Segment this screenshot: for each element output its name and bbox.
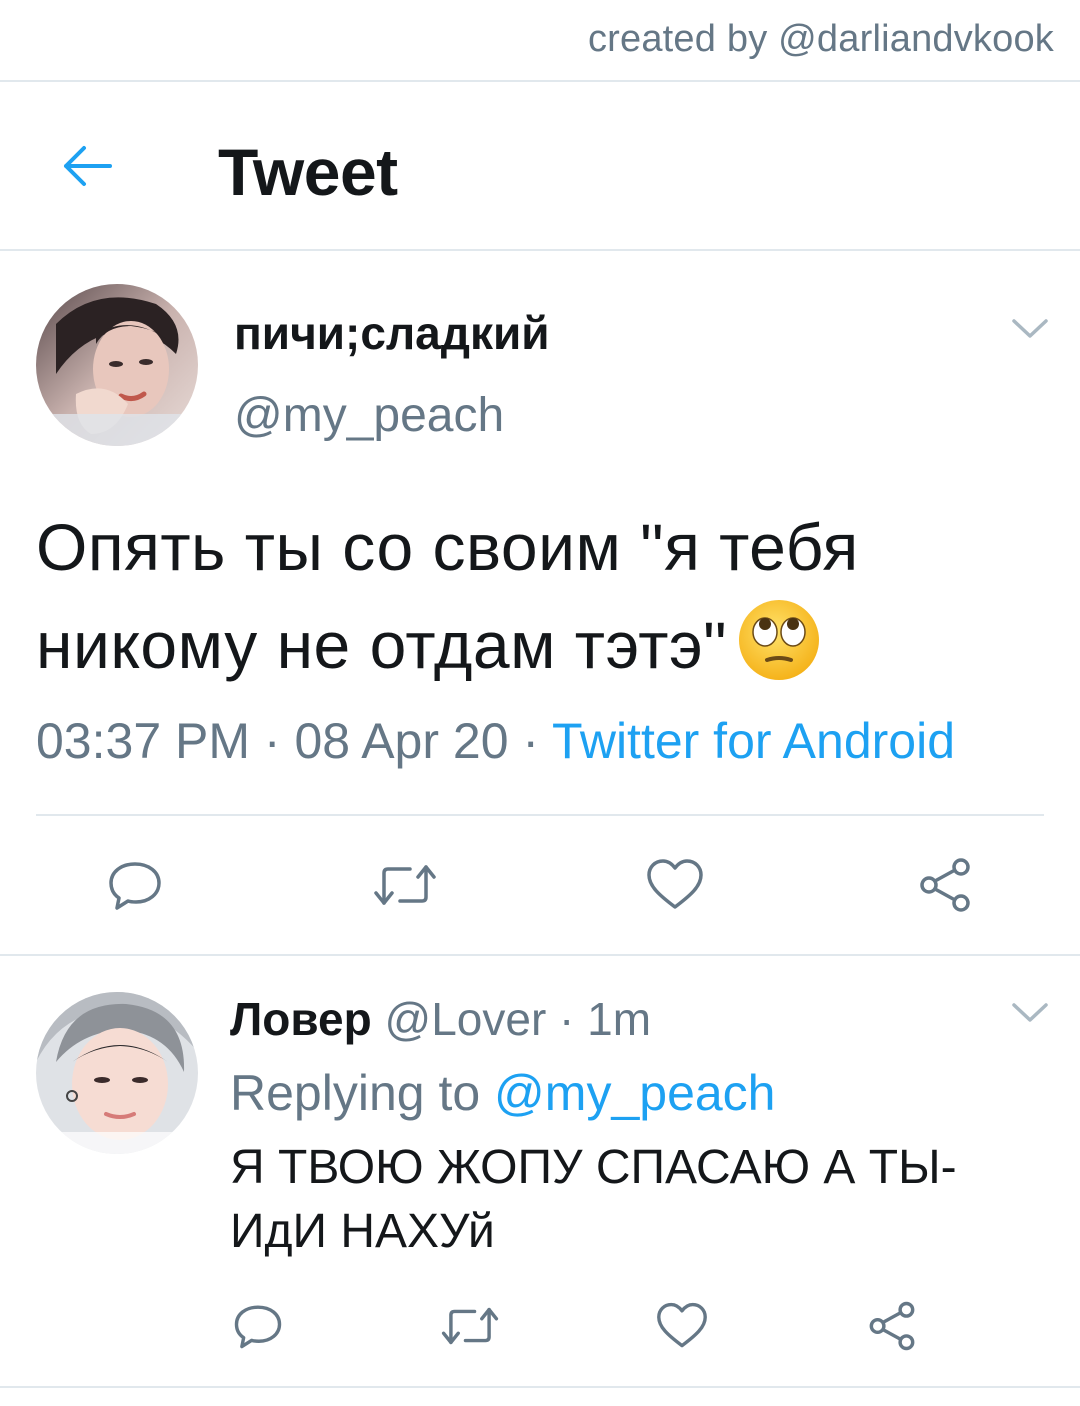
share-button[interactable] [910,850,980,920]
reply-author-handle[interactable]: @Lover [385,993,547,1045]
separator: · [508,713,553,769]
tweet-meta: 03:37 PM · 08 Apr 20 · Twitter for Andro… [36,712,955,770]
share-icon [920,858,970,912]
divider [0,80,1080,82]
reply-header: Ловер @Lover · 1m [230,992,651,1046]
chevron-down-icon[interactable] [1010,316,1050,342]
tweet-body: Опять ты со своим "я тебя никому не отда… [36,510,859,682]
tweet-date: 08 Apr 20 [294,713,509,769]
divider [0,1386,1080,1388]
watermark-text: created by @darliandvkook [587,18,1054,60]
tweet-actions [0,850,1080,920]
reply-button[interactable] [100,850,170,920]
avatar[interactable] [36,992,198,1154]
reply-button[interactable] [228,1296,288,1356]
retweet-icon [441,1307,499,1345]
replying-to: Replying to @my_peach [230,1064,776,1122]
reply-icon [109,862,161,910]
like-icon [647,859,703,909]
replying-to-label: Replying to [230,1065,495,1121]
share-icon [869,1301,915,1351]
chevron-down-icon[interactable] [1010,1000,1050,1026]
share-button[interactable] [862,1296,922,1356]
retweet-button[interactable] [438,1296,502,1356]
reply-time: 1m [587,993,652,1045]
retweet-icon [374,865,436,905]
separator: · [250,713,295,769]
rolling-eyes-emoji-icon [737,598,821,708]
tweet-text: Опять ты со своим "я тебя никому не отда… [36,498,1046,708]
divider [36,814,1044,816]
back-button[interactable] [56,138,116,194]
separator: · [546,993,588,1045]
mention-link[interactable]: @my_peach [494,1065,775,1121]
tweet-time: 03:37 PM [36,713,251,769]
divider [0,954,1080,956]
reply-actions [0,1296,1080,1360]
avatar[interactable] [36,284,198,446]
reply-author-name[interactable]: Ловер [230,993,372,1045]
source-link[interactable]: Twitter for Android [552,713,955,769]
like-button[interactable] [640,850,710,920]
page-title: Tweet [218,135,398,209]
like-button[interactable] [652,1296,712,1356]
author-handle[interactable]: @my_peach [234,388,504,443]
like-icon [657,1302,707,1348]
arrow-left-icon [64,146,112,186]
retweet-button[interactable] [370,850,440,920]
reply-icon [234,1305,282,1349]
author-name[interactable]: пичи;сладкий [234,306,550,360]
reply-text: Я ТВОЮ ЖОПУ СПАСАЮ А ТЫ- ИдИ НАХУй [230,1141,957,1258]
divider [0,249,1080,251]
